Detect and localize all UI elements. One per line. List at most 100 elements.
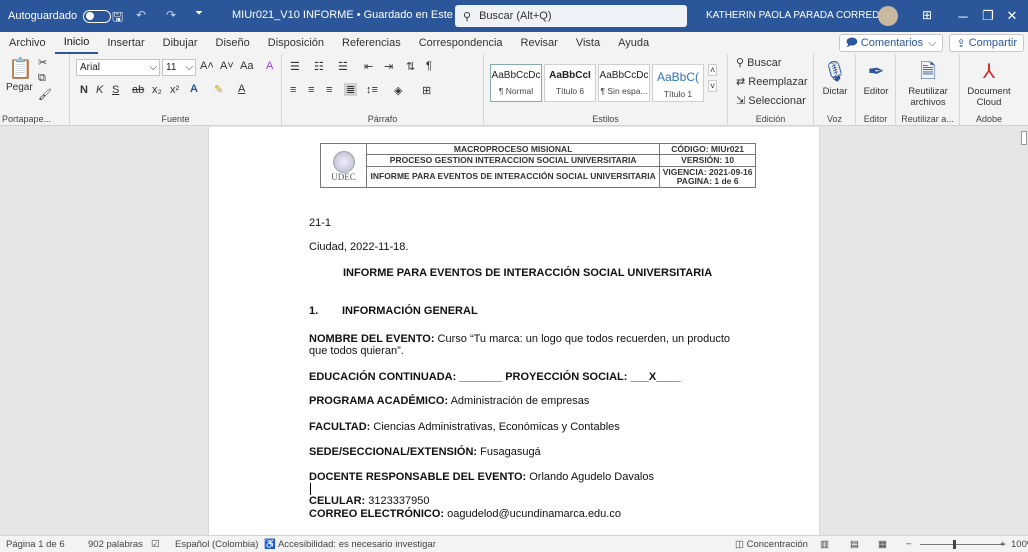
superscript-icon[interactable]: x² [170, 84, 179, 96]
avatar[interactable] [878, 6, 898, 26]
share-button[interactable]: ⇪ Compartir [949, 34, 1024, 52]
bullets-icon[interactable]: ☰ [290, 60, 300, 73]
find-button[interactable]: ⚲ Buscar [736, 56, 781, 69]
align-left-icon[interactable]: ≡ [290, 84, 296, 96]
zoom-slider-thumb[interactable] [953, 540, 956, 549]
document-page[interactable]: UDEC MACROPROCESO MISIONAL CÓDIGO: MIUr0… [208, 127, 820, 535]
zoom-level[interactable]: 100% [1011, 539, 1028, 550]
underline-icon[interactable]: S [112, 84, 119, 96]
tab-dibujar[interactable]: Dibujar [154, 32, 207, 54]
tab-archivo[interactable]: Archivo [0, 32, 55, 54]
read-mode-icon[interactable]: ▥ [820, 539, 829, 550]
font-color-icon[interactable]: A [238, 83, 245, 95]
tab-correspondencia[interactable]: Correspondencia [410, 32, 512, 54]
shading-icon[interactable]: ◈ [394, 84, 402, 97]
tab-ayuda[interactable]: Ayuda [609, 32, 658, 54]
tab-diseno[interactable]: Diseño [207, 32, 259, 54]
format-painter-icon[interactable]: 🖌 [38, 88, 52, 101]
paste-icon[interactable]: 📋 [8, 56, 33, 81]
styles-scroll-down-icon[interactable]: ˅ [708, 80, 718, 92]
tab-insertar[interactable]: Insertar [98, 32, 153, 54]
zoom-out-icon[interactable]: − [906, 539, 912, 550]
highlight-icon[interactable]: ✎ [214, 83, 223, 96]
phone-line: CELULAR: 3123337950 [309, 495, 429, 507]
document-area[interactable]: UDEC MACROPROCESO MISIONAL CÓDIGO: MIUr0… [0, 127, 1028, 535]
tab-inicio[interactable]: Inicio [54, 32, 99, 54]
font-size-select[interactable]: 11 ⌵ [162, 59, 196, 76]
borders-icon[interactable]: ⊞ [422, 84, 431, 97]
dictate-button[interactable]: 🎙 Dictar [814, 58, 856, 97]
style-no-spacing[interactable]: AaBbCcDc ¶ Sin espa... [598, 64, 650, 102]
paste-label[interactable]: Pegar [6, 82, 33, 93]
align-center-icon[interactable]: ≡ [308, 84, 314, 96]
multilevel-list-icon[interactable]: ☱ [338, 60, 348, 73]
word-count[interactable]: 902 palabras [88, 539, 143, 550]
line-spacing-icon[interactable]: ↕≡ [366, 84, 378, 96]
text-cursor [310, 483, 311, 495]
style-heading-6[interactable]: AaBbCcI Título 6 [544, 64, 596, 102]
tab-referencias[interactable]: Referencias [333, 32, 410, 54]
zoom-in-icon[interactable]: + [1000, 539, 1006, 550]
macroproceso-cell: MACROPROCESO MISIONAL [365, 142, 661, 156]
event-name-value: Curso “Tu marca: un logo que todos recue… [434, 333, 731, 345]
show-marks-icon[interactable]: ¶ [426, 60, 432, 72]
autosave-toggle[interactable] [83, 9, 112, 23]
font-name-value: Arial [80, 62, 101, 73]
web-layout-icon[interactable]: ▦ [878, 539, 887, 550]
select-button[interactable]: ⇲ Seleccionar [736, 94, 806, 107]
style-preview: AaBbCcDc [599, 70, 649, 81]
editor-button[interactable]: ✒ Editor [856, 58, 896, 97]
italic-icon[interactable]: K [96, 84, 103, 96]
increase-indent-icon[interactable]: ⇥ [384, 60, 393, 73]
ruler-toggle[interactable] [1021, 131, 1027, 145]
justify-icon[interactable]: ≣ [344, 83, 358, 96]
page-count[interactable]: Página 1 de 6 [6, 539, 65, 550]
undo-icon[interactable]: ↶ [136, 8, 146, 22]
zoom-slider[interactable] [920, 544, 1005, 545]
adobe-group: ⅄ Document Cloud Adobe [960, 54, 1018, 126]
language-status[interactable]: Español (Colombia) [175, 539, 258, 550]
copy-icon[interactable]: ⧉ [38, 72, 46, 85]
numbering-icon[interactable]: ☷ [314, 60, 324, 73]
align-right-icon[interactable]: ≡ [326, 84, 332, 96]
sort-icon[interactable]: ⇅ [406, 60, 415, 73]
bold-icon[interactable]: N [80, 84, 88, 96]
tab-revisar[interactable]: Revisar [512, 32, 567, 54]
search-box[interactable]: ⚲ Buscar (Alt+Q) [455, 5, 687, 27]
focus-mode-button[interactable]: ◫ Concentración [735, 539, 808, 550]
accessibility-status[interactable]: ♿ Accesibilidad: es necesario investigar [264, 539, 436, 550]
change-case-icon[interactable]: Aa [240, 60, 253, 72]
tab-disposicion[interactable]: Disposición [259, 32, 333, 54]
user-name[interactable]: KATHERIN PAOLA PARADA CORREDOR [706, 10, 894, 21]
text-effects-icon[interactable]: A [190, 83, 198, 95]
save-icon[interactable]: 🖫 [112, 8, 123, 30]
style-normal[interactable]: AaBbCcDc ¶ Normal [490, 64, 542, 102]
font-name-select[interactable]: Arial ⌵ [76, 59, 160, 76]
subscript-icon[interactable]: x₂ [152, 84, 162, 96]
strikethrough-icon[interactable]: ab [132, 84, 144, 96]
document-cloud-button[interactable]: ⅄ Document Cloud [962, 58, 1016, 108]
comments-button[interactable]: 🗩 Comentarios ⌵ [838, 34, 944, 52]
print-layout-icon[interactable]: ▤ [850, 539, 859, 550]
customize-toolbar-icon[interactable]: ⏷ [195, 8, 203, 19]
grow-font-icon[interactable]: A˄ [200, 60, 214, 72]
replace-button[interactable]: ⇄ Reemplazar [736, 75, 808, 88]
decrease-indent-icon[interactable]: ⇤ [364, 60, 373, 73]
document-title[interactable]: MIUr021_V10 INFORME • Guardado en Este P… [232, 9, 483, 22]
redo-icon[interactable]: ↷ [166, 8, 176, 22]
ribbon-display-icon[interactable]: ⊞ [922, 8, 932, 22]
clear-formatting-icon[interactable]: A [266, 60, 273, 72]
adobe-pdf-icon: ⅄ [982, 61, 996, 83]
email-line: CORREO ELECTRÓNICO: oagudelod@ucundinama… [309, 508, 621, 520]
close-icon[interactable]: ✕ [996, 0, 1028, 32]
proofing-icon[interactable]: ☑ [151, 539, 160, 550]
shrink-font-icon[interactable]: A˅ [220, 60, 234, 72]
styles-scroll-up-icon[interactable]: ˄ [708, 64, 718, 76]
reuse-files-button[interactable]: 🗎 Reutilizar archivos [898, 58, 958, 108]
continuing-education-line: EDUCACIÓN CONTINUADA: _______ PROYECCIÓN… [309, 371, 681, 383]
tab-vista[interactable]: Vista [567, 32, 609, 54]
style-heading-1[interactable]: AaBbC(Título 1 [652, 64, 704, 102]
autosave-control[interactable]: Autoguardado [8, 0, 112, 32]
cut-icon[interactable]: ✂ [38, 56, 47, 69]
editing-group-label: Edición [755, 114, 786, 124]
